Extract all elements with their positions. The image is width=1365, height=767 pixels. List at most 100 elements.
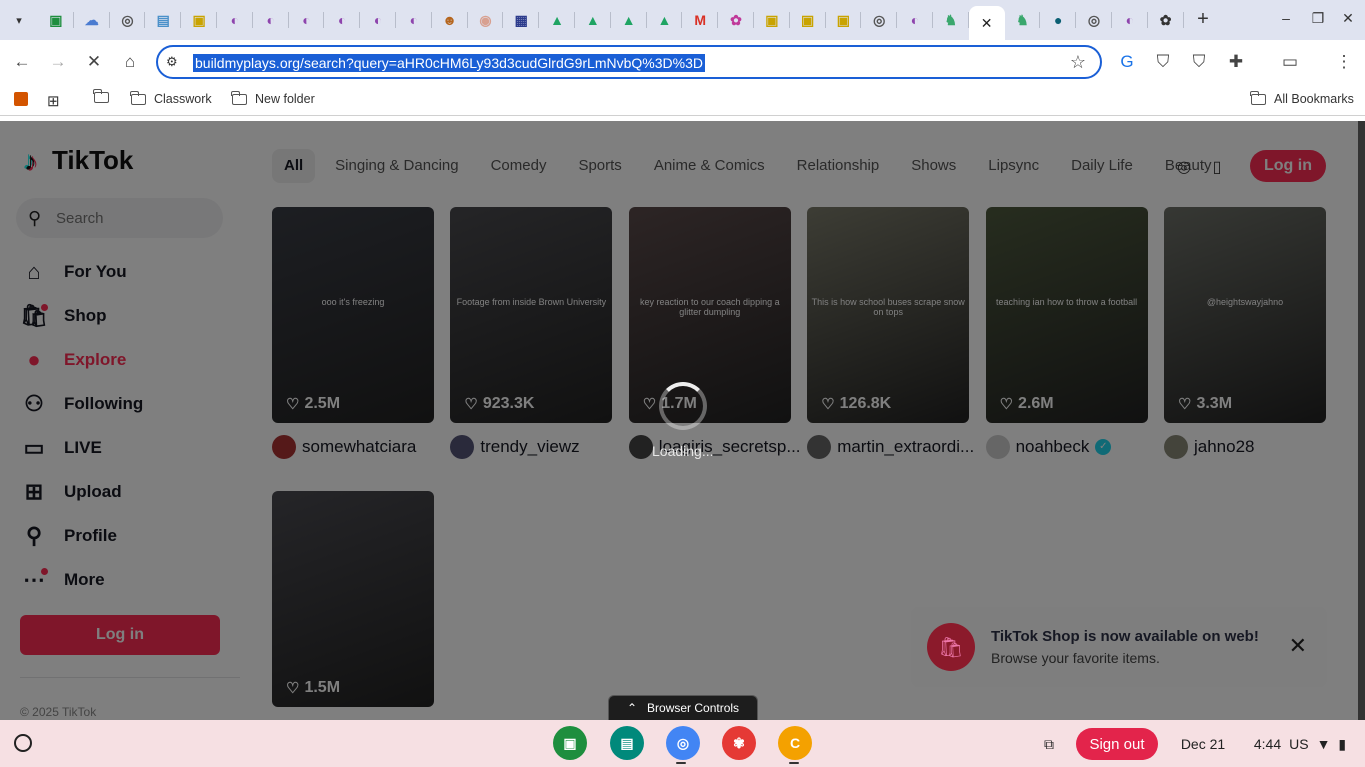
running-indicator xyxy=(789,762,799,764)
globe-icon: ◎ xyxy=(873,11,886,28)
running-indicator xyxy=(676,762,686,764)
browser-tab[interactable]: ◐ xyxy=(289,0,325,40)
browser-tab[interactable]: ♞ xyxy=(933,0,969,40)
browser-tab[interactable]: ▣ xyxy=(790,0,826,40)
app-icon: ● xyxy=(1053,12,1063,28)
browser-tab[interactable]: ◐ xyxy=(1112,0,1148,40)
browser-tab[interactable]: ◎ xyxy=(1076,0,1112,40)
stop-loading-icon[interactable]: ✕ xyxy=(84,52,104,72)
browser-tab[interactable]: ◎ xyxy=(861,0,897,40)
drive-icon: ▲ xyxy=(657,12,672,28)
locale-text: US xyxy=(1289,736,1309,752)
browser-tab[interactable]: ▲ xyxy=(539,0,575,40)
new-tab-button[interactable]: + xyxy=(1193,9,1213,30)
browser-tab[interactable]: ◐ xyxy=(396,0,432,40)
browser-tab[interactable]: ◐ xyxy=(897,0,933,40)
classroom-icon: ▣ xyxy=(801,11,815,28)
kebab-menu-icon[interactable]: ⋮ xyxy=(1334,52,1354,72)
sign-out-button[interactable]: Sign out xyxy=(1076,728,1158,760)
browser-tab[interactable]: ▤ xyxy=(145,0,181,40)
openai-icon: ✿ xyxy=(1159,11,1172,28)
figure-icon: ♞ xyxy=(1016,11,1029,28)
cloud-icon: ☁ xyxy=(84,11,99,28)
classroom-app-icon[interactable]: ▣ xyxy=(553,726,587,760)
classroom-icon: ▣ xyxy=(192,11,206,28)
bookmark-classwork[interactable]: Classwork xyxy=(130,90,212,106)
paint-app-icon[interactable]: ✾ xyxy=(722,726,756,760)
orange-app-icon xyxy=(14,92,28,106)
minimize-icon[interactable]: – xyxy=(1278,10,1294,26)
folder-icon xyxy=(130,90,146,105)
browser-tab[interactable]: ◐ xyxy=(324,0,360,40)
site-settings-icon[interactable]: ⚙ xyxy=(166,54,178,70)
bookmarks-bar: ⊞ Classwork New folder All Bookmarks xyxy=(0,84,1365,116)
tab-list: ▣ ☁ ◎ ▤ ▣ ◐ ◐ ◐ ◐ ◐ ◐ ☻ ◉ ▦ ▲ ▲ ▲ ▲ M ✿ ▣ ▣ ▣ ◎ ◐ ♞ ✕ ♞ ● ◎ ◐ ✿ xyxy=(38,0,1184,40)
globe-icon: ◎ xyxy=(121,11,134,28)
time-text: 4:44 xyxy=(1253,736,1282,752)
forward-icon[interactable]: → xyxy=(48,52,68,72)
browser-tab[interactable]: ▲ xyxy=(647,0,683,40)
browser-tab[interactable]: ▲ xyxy=(575,0,611,40)
browser-tab[interactable]: ♞ xyxy=(1005,0,1041,40)
folder-bookmark[interactable] xyxy=(93,89,109,103)
browser-tab[interactable]: ▣ xyxy=(826,0,862,40)
layout-icon: ▦ xyxy=(514,11,528,28)
translate-icon[interactable]: G xyxy=(1117,52,1137,72)
browser-tab[interactable]: ▣ xyxy=(181,0,217,40)
folder-icon xyxy=(93,89,109,103)
battery-icon: ▮ xyxy=(1338,735,1347,752)
url-text[interactable]: buildmyplays.org/search?query=aHR0cHM6Ly… xyxy=(193,54,705,72)
browser-tab[interactable]: ☻ xyxy=(432,0,468,40)
chrome-app-icon[interactable]: ◎ xyxy=(666,726,700,760)
status-tray[interactable]: 4:44 US ▼ ▮ xyxy=(1244,728,1356,760)
launcher-icon[interactable] xyxy=(14,734,32,752)
browser-tab[interactable]: ▣ xyxy=(754,0,790,40)
browser-tab[interactable]: ◐ xyxy=(360,0,396,40)
browser-tab[interactable]: ✿ xyxy=(718,0,754,40)
shield-extension-icon[interactable]: ⛉ xyxy=(1153,52,1173,72)
meet-app-icon[interactable]: ▤ xyxy=(610,726,644,760)
browser-tab[interactable]: ◐ xyxy=(217,0,253,40)
browser-tab[interactable]: ◐ xyxy=(253,0,289,40)
figure-icon: ♞ xyxy=(944,11,958,28)
maximize-icon[interactable]: ❐ xyxy=(1310,10,1326,26)
toast-close-icon[interactable]: ✕ xyxy=(1289,633,1307,659)
planet-icon: ◐ xyxy=(409,12,419,28)
browser-tab[interactable]: ✿ xyxy=(1148,0,1184,40)
browser-controls-button[interactable]: ⌃ Browser Controls xyxy=(608,695,758,720)
folder-icon xyxy=(231,90,247,105)
browser-tab[interactable]: M xyxy=(682,0,718,40)
browser-tab[interactable]: ☁ xyxy=(74,0,110,40)
planet-icon: ◐ xyxy=(230,12,240,28)
shield-icon[interactable]: ⛉ xyxy=(1189,52,1209,72)
address-bar[interactable]: ⚙ buildmyplays.org/search?query=aHR0cHM6… xyxy=(156,45,1102,79)
window-close-icon[interactable]: ✕ xyxy=(1340,10,1356,26)
bookmark-new-folder[interactable]: New folder xyxy=(231,90,315,106)
all-bookmarks[interactable]: All Bookmarks xyxy=(1250,90,1354,106)
classroom-icon: ▣ xyxy=(765,11,779,28)
cast-icon[interactable]: ▭ xyxy=(1280,52,1300,72)
browser-tab[interactable]: ● xyxy=(1040,0,1076,40)
bookmark-star-icon[interactable]: ☆ xyxy=(1070,52,1086,73)
browser-tab[interactable]: ◎ xyxy=(110,0,146,40)
date-pill[interactable]: Dec 21 xyxy=(1172,728,1234,760)
active-tab[interactable]: ✕ xyxy=(968,6,1005,40)
browser-tab[interactable]: ▲ xyxy=(611,0,647,40)
tab-search-chevron-icon[interactable]: ▾ xyxy=(8,9,30,31)
browser-tab[interactable]: ◉ xyxy=(468,0,504,40)
browser-tab[interactable]: ▣ xyxy=(38,0,74,40)
browser-tab[interactable]: ▦ xyxy=(503,0,539,40)
close-icon[interactable]: ✕ xyxy=(981,15,993,32)
extensions-puzzle-icon[interactable]: ✚ xyxy=(1226,52,1246,72)
back-icon[interactable]: ← xyxy=(12,52,32,72)
tab-strip: ▾ ▣ ☁ ◎ ▤ ▣ ◐ ◐ ◐ ◐ ◐ ◐ ☻ ◉ ▦ ▲ ▲ ▲ ▲ M ✿ ▣ ▣ ▣ ◎ ◐ ♞ ✕ ♞ ● ◎ ◐ ✿ + – ❐… xyxy=(0,0,1365,40)
home-icon[interactable]: ⌂ xyxy=(120,52,140,72)
c-app-icon[interactable]: C xyxy=(778,726,812,760)
apps-grid-icon[interactable]: ⊞ xyxy=(47,92,60,110)
overview-icon[interactable]: ⧉ xyxy=(1035,728,1063,760)
planet-icon: ◐ xyxy=(1125,12,1135,28)
app-launcher-bookmark[interactable] xyxy=(14,92,28,106)
planet-icon: ◐ xyxy=(266,12,275,28)
page-scrollbar[interactable] xyxy=(1358,121,1365,720)
chromeos-shelf: ▣ ▤ ◎ ✾ C ⧉ Sign out Dec 21 4:44 US ▼ ▮ xyxy=(0,720,1365,767)
